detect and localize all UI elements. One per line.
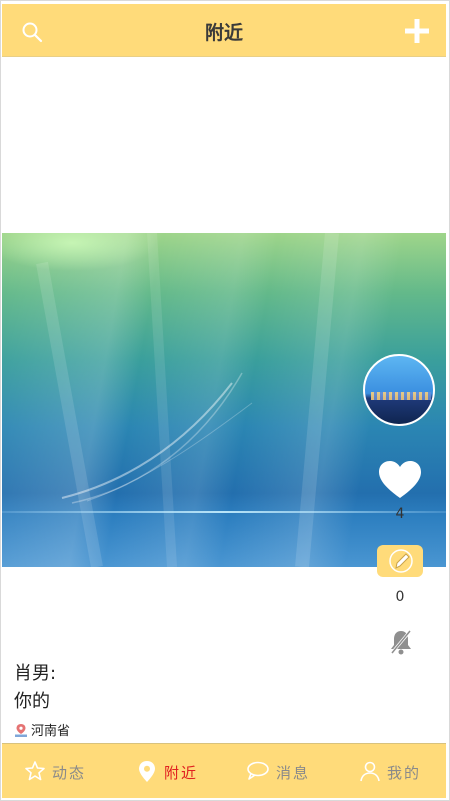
location-pin-icon [15, 724, 27, 741]
comment-count: 0 [395, 589, 405, 605]
user-icon [360, 761, 380, 782]
mute-icon[interactable] [388, 628, 414, 656]
add-icon[interactable] [404, 18, 430, 44]
location-text: 河南省 [31, 724, 71, 739]
author-name[interactable]: 肖男: [14, 659, 56, 685]
tab-messages[interactable]: 消息 [224, 744, 335, 798]
avatar-city-lights [371, 392, 431, 400]
bottom-tab-bar: 动态 附近 消息 我的 [2, 743, 446, 798]
tab-label: 动态 [52, 764, 87, 782]
tab-me[interactable]: 我的 [335, 744, 446, 798]
star-icon [25, 761, 45, 781]
top-bar: 附近 [2, 4, 446, 57]
page-title: 附近 [204, 22, 243, 44]
like-count: 4 [395, 506, 405, 522]
heart-icon[interactable] [378, 460, 422, 500]
location-pin-icon [139, 761, 155, 782]
tab-label: 附近 [164, 764, 199, 782]
tab-dynamics[interactable]: 动态 [2, 744, 113, 798]
tab-nearby[interactable]: 附近 [113, 744, 224, 798]
avatar[interactable] [363, 354, 435, 426]
location-row: 河南省 [15, 720, 70, 741]
chat-bubble-icon [247, 761, 269, 780]
pencil-icon [389, 549, 413, 573]
post-caption: 你的 [14, 691, 50, 712]
comment-button[interactable] [377, 545, 423, 577]
tab-label: 消息 [276, 764, 311, 782]
tab-label: 我的 [387, 764, 422, 782]
